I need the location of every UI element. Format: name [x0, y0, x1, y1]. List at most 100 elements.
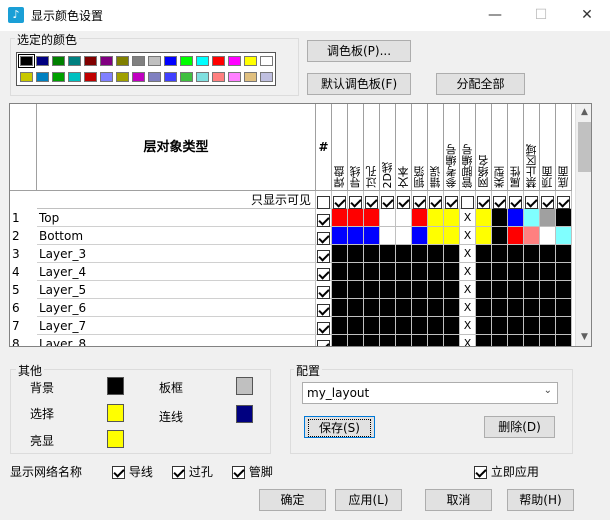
- layer-color-cell[interactable]: [540, 263, 556, 281]
- vias-checkbox[interactable]: [172, 466, 185, 479]
- layer-color-cell[interactable]: [348, 281, 364, 299]
- layer-color-cell[interactable]: [476, 227, 492, 245]
- layer-color-cell[interactable]: [348, 335, 364, 346]
- layer-color-cell[interactable]: [412, 245, 428, 263]
- maximize-button[interactable]: ☐: [518, 0, 564, 31]
- pins-option[interactable]: 管脚: [232, 463, 273, 480]
- layer-color-grid[interactable]: 层对象类型 # 焊盘 导线 过孔 2D线 文本 铜箔 错误 参考编号 管脚编号 网络名 类型 属性 禁止…: [9, 103, 592, 347]
- layer-color-cell[interactable]: [348, 263, 364, 281]
- palette-swatch[interactable]: [164, 56, 177, 66]
- layer-color-cell[interactable]: [492, 335, 508, 346]
- palette-swatch[interactable]: [180, 56, 193, 66]
- palette-swatch[interactable]: [36, 56, 49, 66]
- layer-color-cell[interactable]: [540, 281, 556, 299]
- layer-color-cell[interactable]: X: [460, 335, 476, 346]
- save-button[interactable]: 保存(S): [304, 416, 375, 438]
- layer-color-cell[interactable]: [508, 227, 524, 245]
- layer-color-cell[interactable]: [492, 245, 508, 263]
- layer-color-cell[interactable]: [508, 281, 524, 299]
- layer-color-cell[interactable]: [524, 317, 540, 335]
- layer-color-cell[interactable]: [540, 299, 556, 317]
- layer-color-cell[interactable]: [476, 335, 492, 346]
- selection-color-button[interactable]: [107, 404, 124, 422]
- visible-only-checkbox[interactable]: [493, 195, 506, 209]
- palette-swatch[interactable]: [260, 72, 273, 82]
- layer-color-cell[interactable]: [380, 263, 396, 281]
- layer-color-cell[interactable]: [380, 335, 396, 346]
- layer-color-cell[interactable]: [428, 227, 444, 245]
- layer-color-cell[interactable]: [364, 263, 380, 281]
- layer-color-cell[interactable]: [412, 263, 428, 281]
- layer-color-cell[interactable]: [332, 227, 348, 245]
- layer-color-cell[interactable]: [428, 317, 444, 335]
- pins-checkbox[interactable]: [232, 466, 245, 479]
- layer-color-cell[interactable]: [492, 281, 508, 299]
- layer-color-cell[interactable]: [556, 317, 572, 335]
- traces-option[interactable]: 导线: [112, 463, 153, 480]
- palette-swatch[interactable]: [180, 72, 193, 82]
- layer-color-cell[interactable]: [524, 263, 540, 281]
- apply-immediately-checkbox[interactable]: [474, 466, 487, 479]
- layer-color-cell[interactable]: [332, 299, 348, 317]
- layer-color-cell[interactable]: [476, 209, 492, 227]
- cancel-button[interactable]: 取消: [425, 489, 492, 511]
- palette-swatch[interactable]: [148, 56, 161, 66]
- layer-color-cell[interactable]: [508, 317, 524, 335]
- layer-color-cell[interactable]: [348, 245, 364, 263]
- palette-swatch[interactable]: [84, 72, 97, 82]
- layer-color-cell[interactable]: [524, 281, 540, 299]
- layer-color-cell[interactable]: [332, 281, 348, 299]
- layer-color-cell[interactable]: [556, 245, 572, 263]
- layer-color-cell[interactable]: [332, 245, 348, 263]
- layer-color-cell[interactable]: [396, 299, 412, 317]
- layout-select[interactable]: my_layout ⌄: [302, 382, 558, 404]
- layer-color-cell[interactable]: [556, 209, 572, 227]
- layer-color-cell[interactable]: [412, 281, 428, 299]
- visible-only-checkbox[interactable]: [509, 195, 522, 209]
- vias-option[interactable]: 过孔: [172, 463, 213, 480]
- help-button[interactable]: 帮助(H): [507, 489, 574, 511]
- palette-swatch[interactable]: [212, 72, 225, 82]
- apply-button[interactable]: 应用(L): [335, 489, 402, 511]
- layer-color-cell[interactable]: [444, 281, 460, 299]
- layer-color-cell[interactable]: [332, 317, 348, 335]
- layer-color-cell[interactable]: [364, 281, 380, 299]
- visible-only-checkbox[interactable]: [541, 195, 554, 209]
- layer-color-cell[interactable]: [396, 209, 412, 227]
- palette-swatch[interactable]: [100, 72, 113, 82]
- layer-color-cell[interactable]: [396, 227, 412, 245]
- layer-color-cell[interactable]: [556, 281, 572, 299]
- layer-color-cell[interactable]: [476, 263, 492, 281]
- scrollbar-thumb[interactable]: [578, 122, 591, 172]
- palette-swatch[interactable]: [132, 72, 145, 82]
- layer-color-cell[interactable]: [524, 209, 540, 227]
- layer-color-cell[interactable]: [540, 317, 556, 335]
- board-frame-color-button[interactable]: [236, 377, 253, 395]
- layer-color-cell[interactable]: [476, 317, 492, 335]
- palette-swatch[interactable]: [116, 72, 129, 82]
- layer-color-cell[interactable]: [380, 209, 396, 227]
- layer-color-cell[interactable]: [412, 299, 428, 317]
- layer-color-cell[interactable]: [524, 245, 540, 263]
- delete-button[interactable]: 删除(D): [484, 416, 555, 438]
- layer-color-cell[interactable]: [348, 317, 364, 335]
- layer-color-cell[interactable]: [492, 299, 508, 317]
- layer-color-cell[interactable]: [524, 227, 540, 245]
- layer-color-cell[interactable]: [556, 263, 572, 281]
- layer-color-cell[interactable]: [396, 281, 412, 299]
- layer-color-cell[interactable]: [332, 263, 348, 281]
- layer-visible-checkbox[interactable]: [317, 249, 330, 263]
- layer-color-cell[interactable]: X: [460, 227, 476, 245]
- layer-color-cell[interactable]: [364, 317, 380, 335]
- visible-only-checkbox[interactable]: [349, 195, 362, 209]
- layer-color-cell[interactable]: [444, 245, 460, 263]
- layer-color-cell[interactable]: [524, 299, 540, 317]
- layer-visible-checkbox[interactable]: [317, 339, 330, 346]
- layer-color-cell[interactable]: [348, 227, 364, 245]
- visible-only-checkbox[interactable]: [381, 195, 394, 209]
- layer-color-cell[interactable]: [396, 245, 412, 263]
- layer-color-cell[interactable]: [540, 335, 556, 346]
- layer-color-cell[interactable]: [380, 281, 396, 299]
- layer-color-cell[interactable]: X: [460, 317, 476, 335]
- scroll-up-icon[interactable]: ▲: [577, 104, 591, 121]
